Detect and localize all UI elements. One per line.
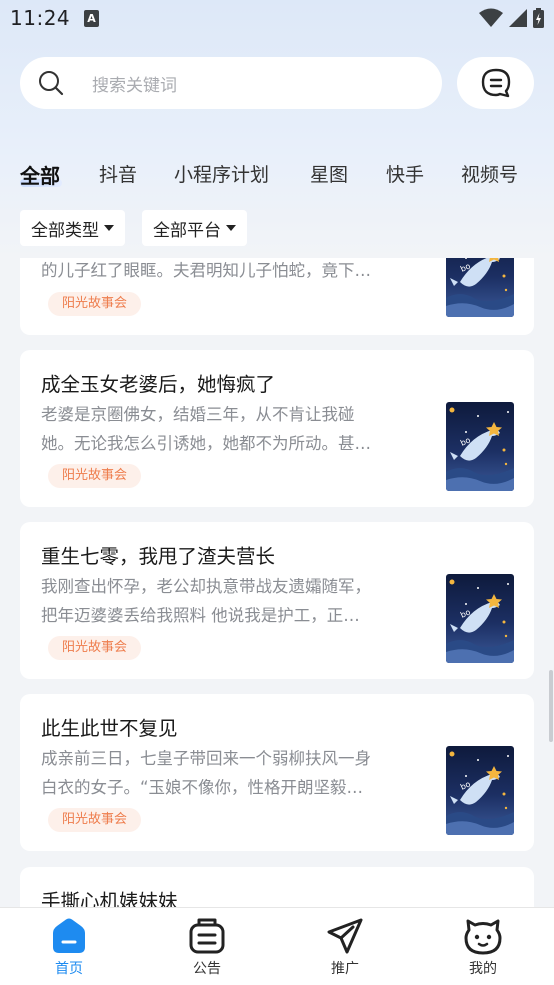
story-description: 老婆是京圈佛女，结婚三年，从不肯让我碰 她。无论我怎么引诱她，她都不为所动。甚… — [41, 405, 371, 453]
platform-filter-label: 全部平台 — [153, 220, 221, 241]
story-cover: bo — [446, 574, 514, 663]
story-description: 我刚查出怀孕，老公却执意带战友遗孀随军， 把年迈婆婆丢给我照料 他说我是护工，正… — [41, 577, 371, 625]
platform-filter-dropdown[interactable]: 全部平台 — [142, 210, 247, 246]
story-card[interactable]: 成全玉女老婆后，她悔疯了 老婆是京圈佛女，结婚三年，从不肯让我碰 她。无论我怎么… — [20, 350, 534, 507]
cover-illustration: bo — [446, 402, 514, 491]
story-card[interactable]: 重生七零，我甩了渣夫营长 我刚查出怀孕，老公却执意带战友遗孀随军， 把年迈婆婆丢… — [20, 522, 534, 679]
tab-kuaishou[interactable]: 快手 — [386, 160, 424, 187]
signal-icon — [509, 9, 527, 27]
nav-notice[interactable]: 公告 — [138, 908, 276, 985]
cover-illustration: bo — [446, 258, 514, 317]
nav-home[interactable]: 首页 — [0, 908, 138, 985]
story-card[interactable]: 此生此世不复见 成亲前三日，七皇子带回来一个弱柳扶风一身 白衣的女子。“玉娘不像… — [20, 694, 534, 851]
story-title: 重生七零，我甩了渣夫营长 — [41, 545, 276, 568]
story-description: 成亲前三日，七皇子带回来一个弱柳扶风一身 白衣的女子。“玉娘不像你，性格开朗坚毅… — [41, 749, 371, 797]
search-input[interactable]: 搜索关键词 — [92, 71, 177, 96]
chat-icon — [481, 68, 510, 98]
story-tag: 阳光故事会 — [48, 292, 142, 316]
bottom-navigation: 首页 公告 推广 我的 — [0, 907, 554, 985]
scrollbar-thumb[interactable] — [549, 670, 553, 742]
story-title: 此生此世不复见 — [41, 717, 178, 740]
message-button[interactable] — [457, 57, 534, 109]
nav-home-label: 首页 — [55, 961, 83, 977]
tab-all[interactable]: 全部 — [20, 160, 60, 189]
wifi-icon — [479, 8, 503, 27]
story-cover: bo — [446, 258, 514, 317]
story-cover: bo — [446, 746, 514, 835]
story-tag: 阳光故事会 — [48, 464, 142, 488]
story-card[interactable]: 手撕心机婊妹妹 — [20, 867, 534, 908]
type-filter-dropdown[interactable]: 全部类型 — [20, 210, 125, 246]
type-filter-label: 全部类型 — [31, 220, 99, 241]
status-bar: 11:24 A — [0, 0, 554, 38]
nav-profile[interactable]: 我的 — [414, 908, 552, 985]
promote-icon — [327, 918, 363, 954]
category-tabs: 全部 抖音 小程序计划 星图 快手 视频号 — [0, 156, 554, 196]
status-icons — [479, 8, 544, 28]
tab-mini-program[interactable]: 小程序计划 — [174, 160, 269, 187]
notice-icon — [189, 918, 225, 954]
caret-down-icon — [226, 225, 236, 231]
nav-promote[interactable]: 推广 — [276, 908, 414, 985]
home-icon — [53, 918, 85, 953]
story-title: 手撕心机婊妹妹 — [41, 890, 178, 908]
status-time: 11:24 — [10, 6, 71, 30]
caret-down-icon — [104, 225, 114, 231]
story-tag: 阳光故事会 — [48, 636, 142, 660]
tab-shipinhao[interactable]: 视频号 — [461, 160, 518, 187]
story-card[interactable]: 的儿子红了眼眶。夫君明知儿子怕蛇，竟下… 阳光故事会 bo — [20, 258, 534, 335]
story-title: 成全玉女老婆后，她悔疯了 — [41, 373, 276, 396]
nav-promote-label: 推广 — [331, 961, 359, 977]
story-list[interactable]: 的儿子红了眼眶。夫君明知儿子怕蛇，竟下… 阳光故事会 bo 成全玉女老婆后，她悔… — [0, 258, 554, 908]
search-icon — [39, 71, 64, 96]
tab-douyin[interactable]: 抖音 — [99, 160, 137, 187]
battery-icon — [533, 8, 544, 28]
search-bar[interactable]: 搜索关键词 — [20, 57, 442, 109]
story-description: 的儿子红了眼眶。夫君明知儿子怕蛇，竟下… — [41, 261, 371, 280]
notification-app-icon: A — [84, 10, 99, 27]
tab-xingtu[interactable]: 星图 — [310, 160, 348, 187]
nav-notice-label: 公告 — [193, 961, 221, 977]
story-tag: 阳光故事会 — [48, 808, 142, 832]
profile-icon — [464, 919, 502, 955]
nav-profile-label: 我的 — [469, 961, 497, 977]
cover-illustration: bo — [446, 746, 514, 835]
cover-illustration: bo — [446, 574, 514, 663]
story-cover: bo — [446, 402, 514, 491]
